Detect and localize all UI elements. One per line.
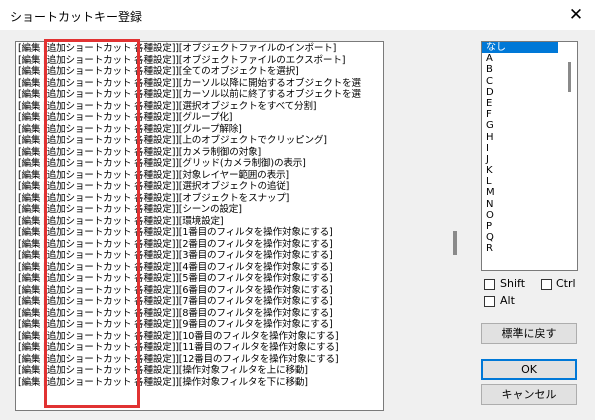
list-item[interactable]: [編集 [追加ショートカット 各種設定]][3番目のフィルタを操作対象にする] [18,250,361,262]
list-item[interactable]: [編集 [追加ショートカット 各種設定]][カメラ制御の対象] [18,147,361,159]
list-item[interactable]: [編集 [追加ショートカット 各種設定]][10番目のフィルタを操作対象にする] [18,331,361,343]
key-item[interactable]: A [482,53,577,64]
list-item[interactable]: [編集 [追加ショートカット 各種設定]][操作対象フィルタを下に移動] [18,377,361,389]
reset-default-button[interactable]: 標準に戻す [481,323,577,344]
list-item[interactable]: [編集 [追加ショートカット 各種設定]][4番目のフィルタを操作対象にする] [18,262,361,274]
cancel-button[interactable]: キャンセル [481,384,577,405]
shift-checkbox[interactable] [484,279,495,290]
list-item[interactable]: [編集 [追加ショートカット 各種設定]][対象レイヤー範囲の表示] [18,170,361,182]
key-item[interactable]: K [482,165,577,176]
key-item[interactable]: Q [482,232,577,243]
shift-label: Shift [500,277,526,290]
list-scroll-thumb[interactable] [453,231,457,255]
alt-label: Alt [500,294,515,307]
shortcut-dialog: ショートカットキー登録 ✕ [編集 [追加ショートカット 各種設定]][オブジェ… [0,0,595,420]
key-item[interactable]: C [482,76,577,87]
close-icon[interactable]: ✕ [557,0,595,30]
list-item[interactable]: [編集 [追加ショートカット 各種設定]][グループ解除] [18,124,361,136]
key-item[interactable]: J [482,154,577,165]
alt-checkbox[interactable] [484,296,495,307]
list-item[interactable]: [編集 [追加ショートカット 各種設定]][全てのオブジェクトを選択] [18,66,361,78]
key-item[interactable]: なし [482,42,558,54]
list-item[interactable]: [編集 [追加ショートカット 各種設定]][11番目のフィルタを操作対象にする] [18,342,361,354]
list-item[interactable]: [編集 [追加ショートカット 各種設定]][選択オブジェクトの追従] [18,181,361,193]
list-item[interactable]: [編集 [追加ショートカット 各種設定]][12番目のフィルタを操作対象にする] [18,354,361,366]
list-item[interactable]: [編集 [追加ショートカット 各種設定]][上のオブジェクトでクリッピング] [18,135,361,147]
key-item[interactable]: I [482,143,577,154]
list-item[interactable]: [編集 [追加ショートカット 各種設定]][7番目のフィルタを操作対象にする] [18,296,361,308]
key-item[interactable]: R [482,243,577,254]
list-item[interactable]: [編集 [追加ショートカット 各種設定]][シーンの設定] [18,204,361,216]
key-items: なし A B C D E F G H I J K L M N O P Q R [482,42,577,255]
shortcut-command-list[interactable]: [編集 [追加ショートカット 各種設定]][オブジェクトファイルのインポート][… [15,41,384,411]
list-item[interactable]: [編集 [追加ショートカット 各種設定]][環境設定] [18,216,361,228]
list-scrollbar-area [384,41,466,411]
key-list[interactable]: なし A B C D E F G H I J K L M N O P Q R [481,41,578,271]
key-item[interactable]: M [482,187,577,198]
key-item[interactable]: B [482,64,577,75]
key-item[interactable]: P [482,221,577,232]
list-item[interactable]: [編集 [追加ショートカット 各種設定]][カーソル以前に終了するオブジェクトを… [18,89,361,101]
ok-button[interactable]: OK [481,359,577,380]
ctrl-checkbox[interactable] [541,279,552,290]
list-item[interactable]: [編集 [追加ショートカット 各種設定]][カーソル以降に開始するオブジェクトを… [18,78,361,90]
list-item[interactable]: [編集 [追加ショートカット 各種設定]][オブジェクトファイルのインポート] [18,43,361,55]
list-item[interactable]: [編集 [追加ショートカット 各種設定]][操作対象フィルタを上に移動] [18,365,361,377]
list-item[interactable]: [編集 [追加ショートカット 各種設定]][選択オブジェクトをすべて分割] [18,101,361,113]
window-title: ショートカットキー登録 [10,10,143,24]
shortcut-rows: [編集 [追加ショートカット 各種設定]][オブジェクトファイルのインポート][… [18,43,361,388]
list-item[interactable]: [編集 [追加ショートカット 各種設定]][グリッド(カメラ制御)の表示] [18,158,361,170]
list-item[interactable]: [編集 [追加ショートカット 各種設定]][9番目のフィルタを操作対象にする] [18,319,361,331]
key-item[interactable]: N [482,199,577,210]
list-item[interactable]: [編集 [追加ショートカット 各種設定]][2番目のフィルタを操作対象にする] [18,239,361,251]
key-item[interactable]: D [482,87,577,98]
list-item[interactable]: [編集 [追加ショートカット 各種設定]][8番目のフィルタを操作対象にする] [18,308,361,320]
title-bar: ショートカットキー登録 ✕ [0,0,595,30]
list-item[interactable]: [編集 [追加ショートカット 各種設定]][1番目のフィルタを操作対象にする] [18,227,361,239]
key-item[interactable]: E [482,98,577,109]
key-item[interactable]: G [482,120,577,131]
key-item[interactable]: O [482,210,577,221]
key-item[interactable]: F [482,109,577,120]
key-item[interactable]: L [482,176,577,187]
key-item[interactable]: H [482,132,577,143]
list-item[interactable]: [編集 [追加ショートカット 各種設定]][5番目のフィルタを操作対象にする] [18,273,361,285]
list-item[interactable]: [編集 [追加ショートカット 各種設定]][オブジェクトファイルのエクスポート] [18,55,361,67]
ctrl-label: Ctrl [556,277,576,290]
list-item[interactable]: [編集 [追加ショートカット 各種設定]][オブジェクトをスナップ] [18,193,361,205]
list-item[interactable]: [編集 [追加ショートカット 各種設定]][グループ化] [18,112,361,124]
list-item[interactable]: [編集 [追加ショートカット 各種設定]][6番目のフィルタを操作対象にする] [18,285,361,297]
key-list-scroll-thumb[interactable] [568,62,571,92]
